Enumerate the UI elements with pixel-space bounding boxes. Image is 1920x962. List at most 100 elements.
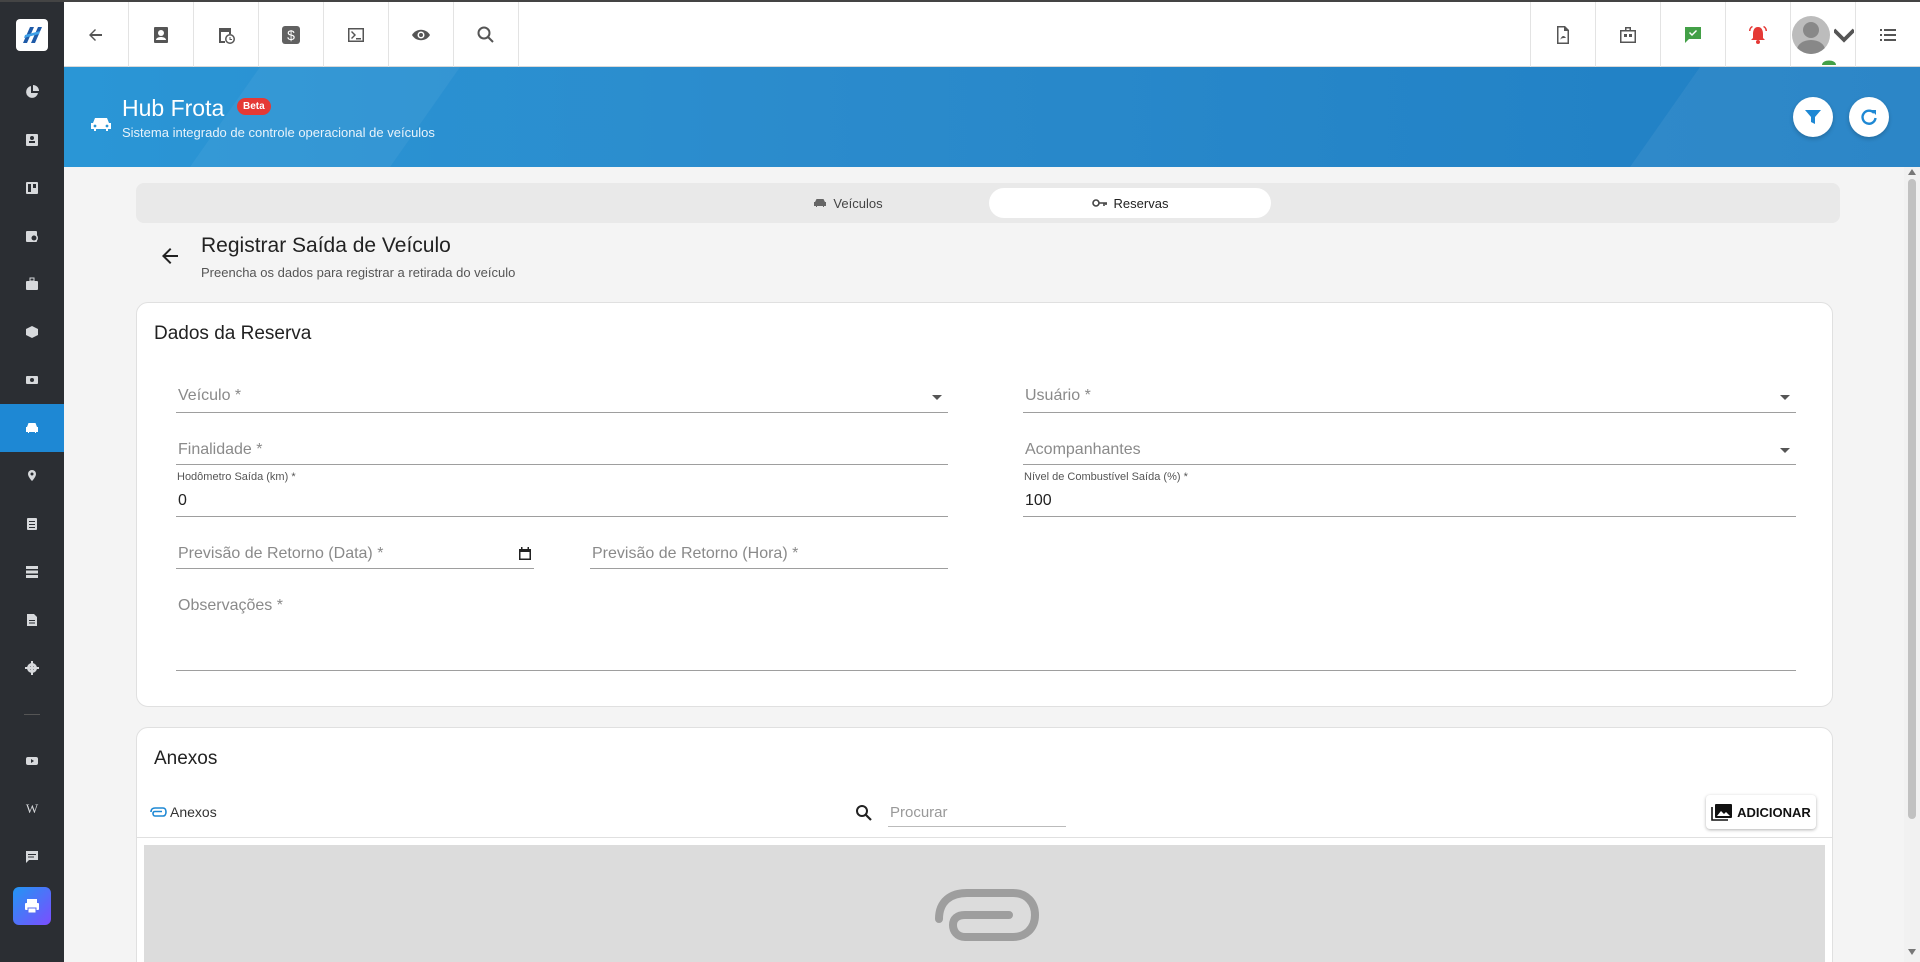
acompanhantes-select[interactable]: Acompanhantes	[1023, 433, 1796, 465]
wiki-icon: W	[25, 801, 39, 816]
sidebar-item-documents[interactable]	[0, 596, 64, 644]
chat-icon	[26, 851, 38, 863]
logo-icon	[23, 27, 42, 43]
reservation-card: Dados da Reserva Veículo * Usuário * Fin…	[136, 302, 1833, 707]
calendar-clock-icon	[26, 231, 38, 242]
scroll-up-arrow-icon[interactable]	[1908, 169, 1916, 175]
sidebar-divider	[24, 714, 40, 715]
app-logo[interactable]	[0, 2, 64, 68]
messages-button[interactable]	[1660, 2, 1725, 67]
retorno-hora-field[interactable]: Previsão de Retorno (Hora) *	[590, 537, 948, 569]
observacoes-field[interactable]: Observações *	[176, 589, 1796, 671]
page-title: Registrar Saída de Veículo	[201, 234, 451, 257]
sidebar-item-chat[interactable]	[0, 833, 64, 881]
veiculo-select[interactable]: Veículo *	[176, 381, 948, 413]
calendar-icon[interactable]	[518, 547, 532, 561]
tab-label: Veículos	[833, 195, 883, 211]
finalidade-field[interactable]: Finalidade *	[176, 433, 948, 465]
board-icon	[26, 182, 38, 194]
schedule-button[interactable]	[194, 2, 259, 67]
usuario-select[interactable]: Usuário *	[1023, 381, 1796, 413]
key-icon	[1091, 199, 1107, 207]
add-attachment-label: ADICIONAR	[1737, 804, 1811, 820]
sidebar-item-schedule[interactable]	[0, 212, 64, 260]
sidebar-item-settings[interactable]	[0, 644, 64, 692]
briefcase-icon	[26, 277, 38, 290]
scroll-thumb[interactable]	[1908, 179, 1916, 819]
sidebar-item-wiki[interactable]: W	[0, 785, 64, 833]
sidebar-item-server[interactable]	[0, 548, 64, 596]
attachments-search-input[interactable]: Procurar	[888, 800, 1066, 827]
back-button[interactable]	[64, 2, 129, 67]
sidebar-item-contacts[interactable]	[0, 116, 64, 164]
chevron-down-icon	[1834, 28, 1854, 43]
check-message-icon	[1685, 26, 1701, 43]
tab-reservas[interactable]: Reservas	[989, 188, 1271, 218]
sidebar-item-business[interactable]	[0, 260, 64, 308]
section-title: Dados da Reserva	[154, 323, 312, 344]
contacts-button[interactable]	[129, 2, 194, 67]
paperclip-icon	[150, 807, 167, 817]
calendar-clock-icon	[219, 27, 235, 44]
document-icon	[27, 614, 37, 626]
sidebar: W	[0, 0, 64, 962]
hub-subtitle: Sistema integrado de controle operaciona…	[122, 125, 435, 140]
terminal-button[interactable]	[324, 2, 389, 67]
briefcase-icon	[1620, 26, 1636, 43]
user-avatar	[1792, 15, 1830, 54]
sidebar-item-finance[interactable]	[0, 356, 64, 404]
hub-header: Hub Frota Beta Sistema integrado de cont…	[64, 67, 1920, 167]
page-subtitle: Preencha os dados para registrar a retir…	[201, 265, 516, 280]
sidebar-item-print[interactable]	[13, 887, 51, 925]
beta-badge: Beta	[237, 98, 271, 115]
sidebar-item-dashboard[interactable]	[0, 68, 64, 116]
menu-list-icon	[1880, 28, 1896, 41]
attachments-dropzone[interactable]	[144, 845, 1825, 962]
scroll-down-arrow-icon[interactable]	[1908, 949, 1916, 955]
pdf-button[interactable]	[1530, 2, 1595, 67]
sidebar-item-products[interactable]	[0, 308, 64, 356]
search-icon	[477, 26, 494, 43]
cube-icon	[26, 326, 38, 338]
finance-button[interactable]: $	[259, 2, 324, 67]
back-arrow-icon[interactable]	[158, 244, 182, 268]
retorno-data-field[interactable]: Previsão de Retorno (Data) *	[176, 537, 534, 569]
sidebar-item-fleet[interactable]	[0, 404, 64, 452]
business-button[interactable]	[1595, 2, 1660, 67]
divider	[136, 837, 1832, 838]
section-title: Anexos	[154, 748, 218, 769]
search-button[interactable]	[454, 2, 519, 67]
refresh-button[interactable]	[1849, 97, 1889, 137]
youtube-icon	[26, 757, 38, 765]
hub-title: Hub Frota	[122, 95, 225, 121]
view-button[interactable]	[389, 2, 454, 67]
car-icon	[91, 118, 111, 131]
anexos-tab[interactable]: Anexos	[148, 804, 217, 820]
menu-button[interactable]	[1855, 2, 1920, 67]
hodometro-field[interactable]: Hodômetro Saída (km) * 0	[176, 471, 948, 517]
alarms-button[interactable]	[1725, 2, 1790, 67]
retorno-hora-placeholder: Previsão de Retorno (Hora) *	[592, 545, 799, 562]
contact-icon	[154, 26, 168, 43]
sidebar-item-board[interactable]	[0, 164, 64, 212]
combustivel-field[interactable]: Nível de Combustível Saída (%) * 100	[1023, 471, 1796, 517]
refresh-icon	[1861, 109, 1877, 125]
tab-veiculos[interactable]: Veículos	[707, 188, 989, 218]
server-icon	[26, 566, 38, 578]
dropdown-arrow-icon	[1780, 448, 1790, 453]
combustivel-value: 100	[1025, 492, 1052, 509]
location-icon	[28, 470, 36, 481]
filter-button[interactable]	[1793, 97, 1833, 137]
paperclip-icon	[935, 889, 1040, 941]
sidebar-item-location[interactable]	[0, 452, 64, 500]
sidebar-item-youtube[interactable]	[0, 737, 64, 785]
page-scrollbar[interactable]	[1904, 167, 1920, 962]
retorno-data-placeholder: Previsão de Retorno (Data) *	[178, 545, 384, 562]
eye-icon	[412, 29, 430, 40]
hodometro-label: Hodômetro Saída (km) *	[177, 471, 296, 483]
anexos-tab-label: Anexos	[170, 804, 217, 820]
combustivel-label: Nível de Combustível Saída (%) *	[1024, 471, 1188, 483]
contact-card-icon	[26, 134, 38, 146]
add-attachment-button[interactable]: ADICIONAR	[1706, 795, 1816, 829]
sidebar-item-list[interactable]	[0, 500, 64, 548]
